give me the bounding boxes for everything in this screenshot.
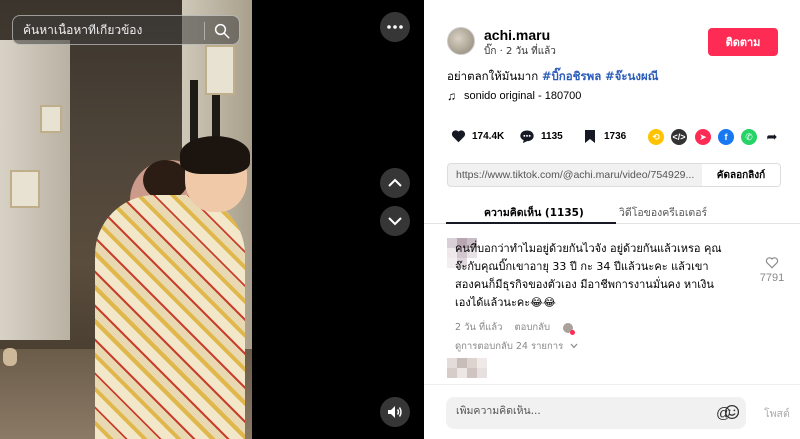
search-input[interactable] bbox=[23, 23, 203, 37]
video-scene-picture bbox=[10, 170, 40, 208]
video-player[interactable] bbox=[0, 0, 252, 439]
avatar[interactable] bbox=[447, 27, 475, 55]
comment-input[interactable] bbox=[456, 405, 686, 417]
search-bar[interactable] bbox=[12, 15, 240, 45]
music-note-icon: ♫ bbox=[447, 89, 456, 103]
whatsapp-icon[interactable]: ✆ bbox=[741, 129, 757, 145]
comment-line: สองคนก็มีธุรกิจของตัวเอง มีอาชีพการงานมั… bbox=[455, 278, 714, 291]
comment-input-box[interactable]: @ bbox=[446, 397, 746, 429]
author-username[interactable]: achi.maru bbox=[484, 27, 550, 43]
view-replies-button[interactable]: ดูการตอบกลับ 24 รายการ bbox=[455, 339, 578, 354]
more-dots-icon bbox=[387, 25, 403, 29]
chevron-down-icon bbox=[388, 217, 402, 226]
chevron-down-icon bbox=[570, 343, 578, 349]
video-scene-picture bbox=[40, 105, 62, 133]
comment-like-count: 7791 bbox=[759, 272, 785, 284]
author-meta: บิ๊ก · 2 วัน ที่แล้ว bbox=[484, 44, 556, 59]
embed-icon[interactable]: </> bbox=[671, 129, 687, 145]
video-scene-dog bbox=[3, 348, 17, 366]
volume-button[interactable] bbox=[380, 397, 410, 427]
video-scene-picture bbox=[205, 45, 235, 95]
like-stat[interactable]: 174.4K bbox=[450, 128, 504, 144]
music-link[interactable]: ♫ sonido original - 180700 bbox=[447, 89, 581, 103]
speaker-icon bbox=[388, 406, 402, 418]
heart-icon bbox=[450, 128, 466, 144]
like-count: 174.4K bbox=[472, 130, 505, 142]
comment-time: 2 วัน ที่แล้ว bbox=[455, 322, 503, 333]
search-divider bbox=[204, 22, 205, 40]
bookmark-icon bbox=[582, 128, 598, 144]
hashtag-link[interactable]: #จ๊ะนงผณี bbox=[605, 69, 658, 83]
comment-compose-bar: @ โพสต์ bbox=[424, 384, 800, 439]
creator-liked-avatar bbox=[561, 321, 575, 335]
tab-comments[interactable]: ความคิดเห็น (1135) bbox=[484, 204, 584, 221]
facebook-icon[interactable]: f bbox=[718, 129, 734, 145]
chevron-up-icon bbox=[388, 178, 402, 187]
search-icon[interactable] bbox=[213, 22, 231, 40]
comment-line: จ๊ะกับคุณบิ๊กเขาอายุ 33 ปี กะ 34 ปีแล้วน… bbox=[455, 260, 709, 273]
comment-line: เองได้แล้วนะคะ😂😂 bbox=[455, 296, 556, 309]
post-time: 2 วัน ที่แล้ว bbox=[505, 46, 556, 57]
send-icon[interactable]: ➤ bbox=[695, 129, 711, 145]
active-tab-indicator bbox=[446, 222, 616, 224]
more-options-button[interactable] bbox=[380, 12, 410, 42]
post-comment-button[interactable]: โพสต์ bbox=[764, 405, 790, 422]
caption-text: อย่าตลกให้มันมาก bbox=[447, 69, 542, 83]
hashtag-link[interactable]: #บิ๊กอชิรพล bbox=[542, 69, 601, 83]
video-link-url[interactable]: https://www.tiktok.com/@achi.maru/video/… bbox=[448, 169, 702, 181]
previous-video-button[interactable] bbox=[380, 168, 410, 198]
meta-separator: · bbox=[496, 46, 506, 57]
emoji-icon[interactable] bbox=[724, 404, 740, 420]
commenter-avatar[interactable] bbox=[447, 358, 487, 382]
copy-link-button[interactable]: คัดลอกลิงก์ bbox=[702, 164, 780, 186]
reply-button[interactable]: ตอบกลับ bbox=[514, 320, 550, 335]
tab-creator-videos[interactable]: วิดีโอของครีเอเตอร์ bbox=[619, 204, 707, 221]
video-scene-person-hair bbox=[180, 136, 250, 174]
video-caption: อย่าตลกให้มันมาก #บิ๊กอชิรพล #จ๊ะนงผณี bbox=[447, 68, 658, 86]
share-arrow-icon[interactable]: ➦ bbox=[764, 129, 780, 145]
comment-meta: 2 วัน ที่แล้ว ตอบกลับ bbox=[455, 320, 575, 335]
video-scene-person bbox=[95, 195, 245, 439]
save-count: 1736 bbox=[604, 130, 627, 142]
follow-button[interactable]: ติดตาม bbox=[708, 28, 778, 56]
next-video-button[interactable] bbox=[380, 206, 410, 236]
comment-stat[interactable]: 1135 bbox=[519, 128, 563, 144]
music-title: sonido original - 180700 bbox=[464, 90, 582, 102]
comment-count: 1135 bbox=[541, 130, 563, 142]
heart-outline-icon bbox=[765, 257, 779, 269]
save-stat[interactable]: 1736 bbox=[582, 128, 626, 144]
video-link-box: https://www.tiktok.com/@achi.maru/video/… bbox=[447, 163, 781, 187]
comment-line: คนที่บอกว่าทำไมอยู่ด้วยกันไวจัง อยู่ด้วย… bbox=[455, 242, 722, 255]
comment-body: คนที่บอกว่าทำไมอยู่ด้วยกันไวจัง อยู่ด้วย… bbox=[455, 240, 760, 312]
comment-like[interactable]: 7791 bbox=[757, 256, 787, 284]
video-area bbox=[0, 0, 424, 439]
repost-icon[interactable]: ⟲ bbox=[648, 129, 664, 145]
view-replies-label: ดูการตอบกลับ 24 รายการ bbox=[455, 341, 564, 352]
author-display-name: บิ๊ก bbox=[484, 46, 497, 57]
panel-tabs: ความคิดเห็น (1135) วิดีโอของครีเอเตอร์ bbox=[424, 200, 800, 224]
comment-bubble-icon bbox=[519, 128, 535, 144]
